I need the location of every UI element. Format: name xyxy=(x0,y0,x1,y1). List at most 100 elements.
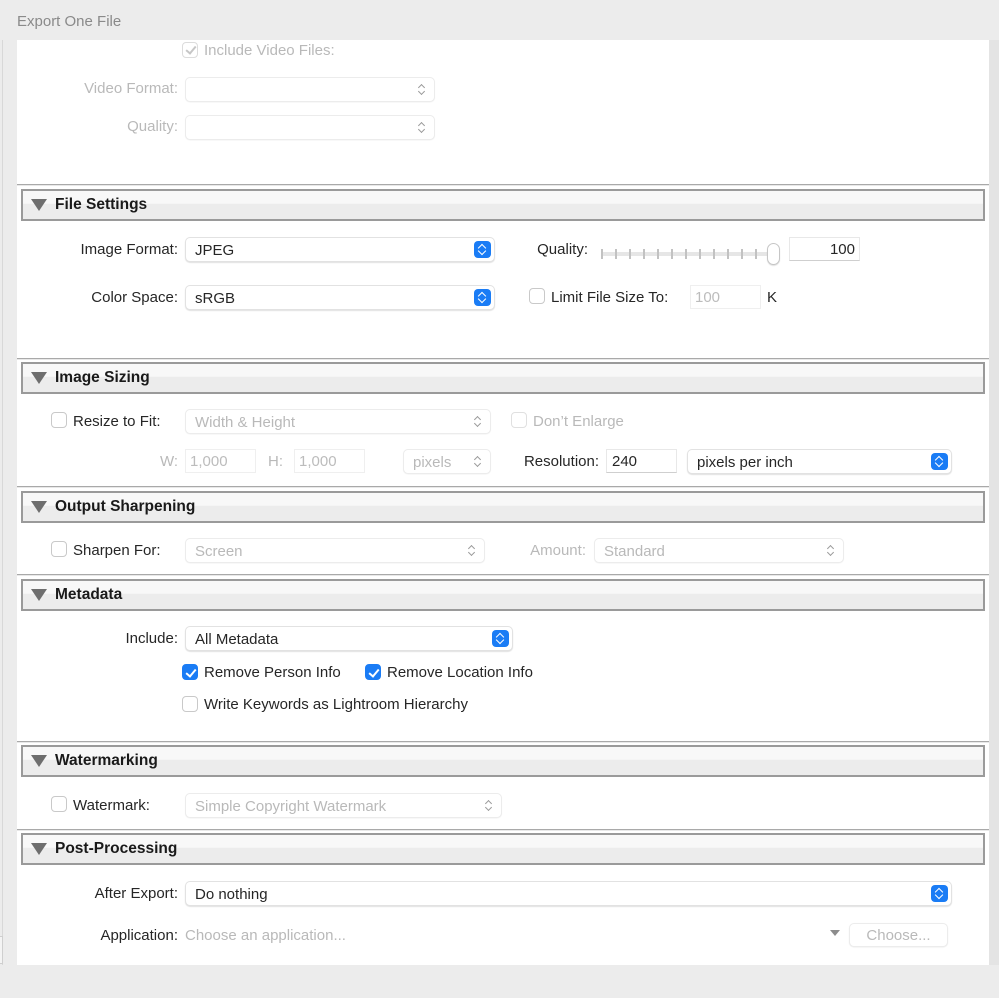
limit-file-size-unit: K xyxy=(767,289,778,306)
slider-tick xyxy=(671,249,673,259)
chevron-updown-icon xyxy=(931,453,948,470)
section-header-file-settings[interactable]: File Settings xyxy=(21,189,985,221)
chevron-updown-icon xyxy=(492,630,509,647)
window-title: Export One File xyxy=(17,13,122,30)
limit-file-size-input[interactable]: 100 xyxy=(690,285,761,309)
color-space-label: Color Space: xyxy=(91,289,178,306)
resolution-input[interactable]: 240 xyxy=(606,449,677,473)
application-dropdown-icon[interactable] xyxy=(830,930,840,936)
metadata-include-label: Include: xyxy=(125,630,178,647)
slider-tick xyxy=(741,249,743,259)
application-label: Application: xyxy=(100,927,178,944)
chevron-updown-icon xyxy=(931,885,948,902)
sharpen-for-select[interactable]: Screen xyxy=(185,538,485,563)
slider-tick xyxy=(657,249,659,259)
width-label: W: xyxy=(159,453,178,470)
metadata-include-select[interactable]: All Metadata xyxy=(185,626,513,651)
resolution-label: Resolution: xyxy=(523,453,599,470)
section-header-metadata[interactable]: Metadata xyxy=(21,579,985,611)
after-export-label: After Export: xyxy=(94,885,178,902)
include-video-checkbox[interactable] xyxy=(182,42,198,58)
include-video-label: Include Video Files: xyxy=(204,42,335,59)
disclosure-triangle-icon xyxy=(31,501,47,513)
watermark-label: Watermark: xyxy=(73,797,150,814)
remove-location-info-checkbox[interactable] xyxy=(365,664,381,680)
chevron-updown-icon xyxy=(474,289,491,306)
slider-thumb[interactable] xyxy=(767,243,780,265)
slider-tick xyxy=(643,249,645,259)
slider-tick xyxy=(629,249,631,259)
application-input[interactable]: Choose an application... xyxy=(185,927,346,944)
section-divider xyxy=(17,184,989,186)
chevron-updown-icon xyxy=(467,544,477,558)
chevron-updown-icon xyxy=(826,544,836,558)
amount-label: Amount: xyxy=(530,542,586,559)
remove-person-info-label: Remove Person Info xyxy=(204,664,341,681)
resize-to-fit-label: Resize to Fit: xyxy=(73,413,161,430)
color-space-select[interactable]: sRGB xyxy=(185,285,495,310)
left-edge-border xyxy=(0,40,3,965)
choose-button[interactable]: Choose... xyxy=(849,923,948,947)
amount-select[interactable]: Standard xyxy=(594,538,844,563)
write-keywords-label: Write Keywords as Lightroom Hierarchy xyxy=(204,696,468,713)
sharpen-for-checkbox[interactable] xyxy=(51,541,67,557)
remove-person-info-checkbox[interactable] xyxy=(182,664,198,680)
disclosure-triangle-icon xyxy=(31,755,47,767)
slider-tick xyxy=(727,249,729,259)
image-format-label: Image Format: xyxy=(80,241,178,258)
width-input[interactable]: 1,000 xyxy=(185,449,256,473)
height-label: H: xyxy=(268,453,283,470)
disclosure-triangle-icon xyxy=(31,589,47,601)
slider-tick xyxy=(713,249,715,259)
after-export-select[interactable]: Do nothing xyxy=(185,881,952,906)
video-quality-select[interactable] xyxy=(185,115,435,140)
write-keywords-checkbox[interactable] xyxy=(182,696,198,712)
chevron-updown-icon xyxy=(484,799,494,813)
left-edge-tab xyxy=(0,936,3,964)
limit-file-size-label: Limit File Size To: xyxy=(551,289,669,306)
section-divider xyxy=(17,829,989,831)
video-quality-label: Quality: xyxy=(127,118,178,135)
chevron-updown-icon xyxy=(417,83,427,97)
watermark-select[interactable]: Simple Copyright Watermark xyxy=(185,793,502,818)
slider-tick xyxy=(699,249,701,259)
quality-label: Quality: xyxy=(537,241,588,258)
slider-tick xyxy=(615,249,617,259)
chevron-updown-icon xyxy=(473,415,483,429)
slider-tick xyxy=(685,249,687,259)
chevron-updown-icon xyxy=(417,121,427,135)
video-format-label: Video Format: xyxy=(84,80,178,97)
size-unit-select[interactable]: pixels xyxy=(403,449,491,474)
dont-enlarge-label: Don’t Enlarge xyxy=(533,413,624,430)
chevron-updown-icon xyxy=(474,241,491,258)
disclosure-triangle-icon xyxy=(31,199,47,211)
sharpen-for-label: Sharpen For: xyxy=(73,542,161,559)
remove-location-info-label: Remove Location Info xyxy=(387,664,533,681)
resolution-unit-select[interactable]: pixels per inch xyxy=(687,449,952,474)
section-divider xyxy=(17,486,989,488)
slider-tick xyxy=(755,249,757,259)
section-header-post-processing[interactable]: Post-Processing xyxy=(21,833,985,865)
section-divider xyxy=(17,741,989,743)
limit-file-size-checkbox[interactable] xyxy=(529,288,545,304)
chevron-updown-icon xyxy=(473,455,483,469)
video-format-select[interactable] xyxy=(185,77,435,102)
scrollbar-track[interactable] xyxy=(989,40,999,965)
quality-slider[interactable] xyxy=(601,242,780,266)
section-header-output-sharpening[interactable]: Output Sharpening xyxy=(21,491,985,523)
watermark-checkbox[interactable] xyxy=(51,796,67,812)
dont-enlarge-checkbox[interactable] xyxy=(511,412,527,428)
section-header-image-sizing[interactable]: Image Sizing xyxy=(21,362,985,394)
image-format-select[interactable]: JPEG xyxy=(185,237,495,262)
slider-tick xyxy=(601,249,603,259)
export-settings-panel: Include Video Files: Video Format: Quali… xyxy=(17,40,989,965)
section-header-watermarking[interactable]: Watermarking xyxy=(21,745,985,777)
quality-input[interactable]: 100 xyxy=(789,237,860,261)
height-input[interactable]: 1,000 xyxy=(294,449,365,473)
disclosure-triangle-icon xyxy=(31,843,47,855)
resize-to-fit-select[interactable]: Width & Height xyxy=(185,409,491,434)
disclosure-triangle-icon xyxy=(31,372,47,384)
resize-to-fit-checkbox[interactable] xyxy=(51,412,67,428)
section-divider xyxy=(17,358,989,360)
section-divider xyxy=(17,574,989,576)
